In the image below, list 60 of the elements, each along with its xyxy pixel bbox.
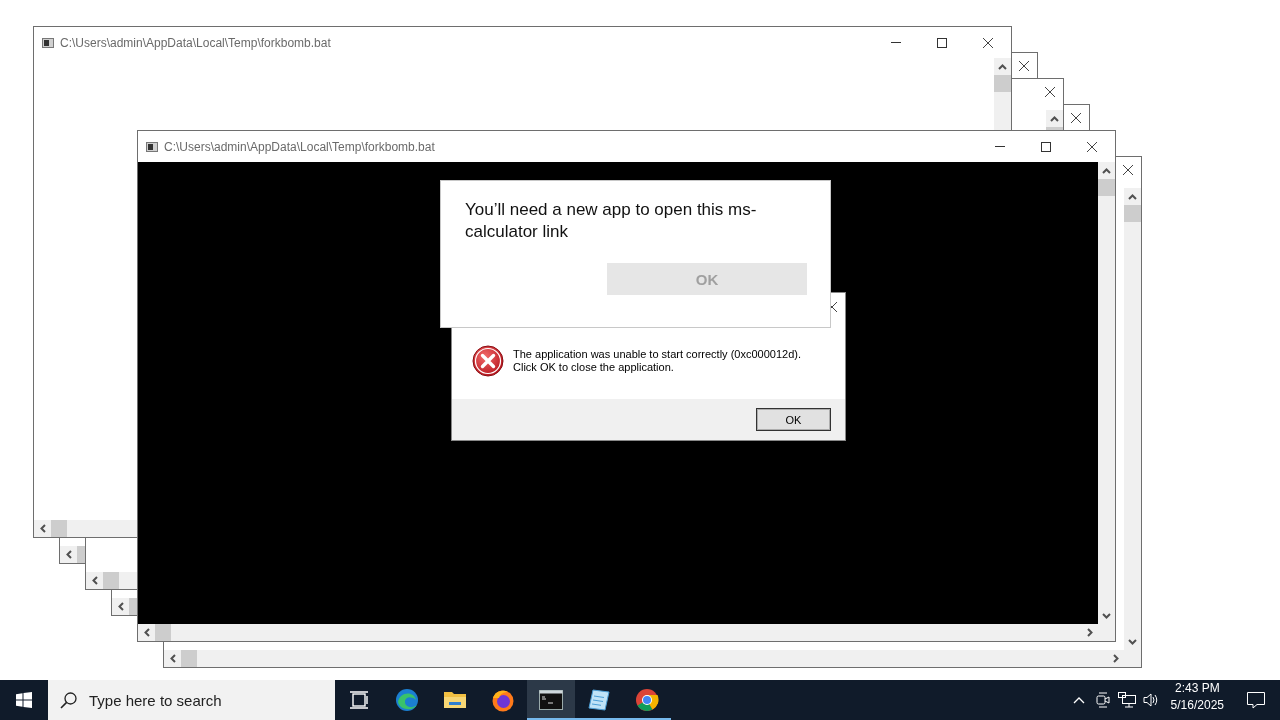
browser-icon [491, 688, 515, 712]
close-icon [1019, 60, 1029, 71]
chevron-left-icon [169, 654, 176, 663]
clock-date: 5/16/2025 [1170, 697, 1224, 714]
network-icon[interactable] [1117, 692, 1136, 708]
chevron-left-icon [143, 628, 150, 637]
search-input[interactable]: Type here to search [87, 690, 311, 710]
minimize-icon [891, 42, 901, 43]
chevron-left-icon [91, 576, 98, 585]
chevron-down-icon [1102, 612, 1111, 619]
scroll-thumb[interactable] [103, 572, 119, 589]
volume-icon[interactable] [1142, 692, 1159, 708]
chevron-down-icon [1128, 638, 1137, 645]
scroll-thumb[interactable] [1124, 205, 1141, 222]
task-view-icon [350, 691, 368, 709]
chevron-up-icon [1050, 115, 1059, 122]
search-box[interactable]: Type here to search [48, 680, 335, 720]
windows-logo-icon [16, 692, 32, 708]
console-icon [146, 141, 158, 152]
clock-time: 2:43 PM [1174, 680, 1220, 697]
window-title: C:\Users\admin\AppData\Local\Temp\forkbomb.bat [164, 139, 435, 154]
error-icon [472, 345, 504, 377]
close-icon [1123, 164, 1133, 175]
chevron-up-icon[interactable] [1072, 696, 1085, 704]
chat-bubble-icon [1247, 691, 1265, 709]
close-icon [1045, 86, 1055, 97]
chevron-left-icon [65, 550, 72, 559]
scroll-thumb[interactable] [155, 624, 171, 641]
close-icon [1087, 141, 1097, 152]
scroll-thumb[interactable] [77, 546, 85, 563]
scroll-thumb[interactable] [1046, 127, 1063, 130]
error-message: The application was unable to start correctly (0xc000012d). Click OK to close the application. [513, 348, 801, 374]
chevron-left-icon [117, 602, 124, 611]
ok-button[interactable]: OK [756, 408, 831, 431]
maximize-icon [1041, 141, 1051, 152]
minimize-icon [995, 146, 1005, 147]
window-title: C:\Users\admin\AppData\Local\Temp\forkbomb.bat [60, 35, 331, 50]
dialog-message: You’ll need a new app to open this ms- calculator link [465, 199, 758, 243]
browser-icon [395, 688, 419, 712]
close-icon [983, 37, 993, 48]
search-icon [60, 691, 77, 709]
chevron-left-icon [39, 524, 46, 533]
taskbar-button[interactable] [527, 680, 575, 720]
chevron-up-icon [998, 63, 1007, 70]
notepad-icon [587, 688, 611, 712]
chevron-right-icon [1112, 654, 1119, 663]
chevron-right-icon [1086, 628, 1093, 637]
console-icon [42, 37, 54, 48]
chevron-up-icon [1102, 167, 1111, 174]
scroll-thumb[interactable] [1098, 179, 1115, 196]
scroll-thumb[interactable] [994, 75, 1011, 92]
chevron-up-icon [1128, 193, 1137, 200]
scroll-thumb[interactable] [51, 520, 67, 537]
scroll-thumb[interactable] [181, 650, 197, 667]
scroll-thumb[interactable] [129, 598, 137, 615]
close-icon [1071, 112, 1081, 123]
console-icon [539, 690, 563, 710]
maximize-icon [937, 37, 947, 48]
camera-icon[interactable] [1095, 692, 1110, 708]
browser-icon [635, 688, 659, 712]
